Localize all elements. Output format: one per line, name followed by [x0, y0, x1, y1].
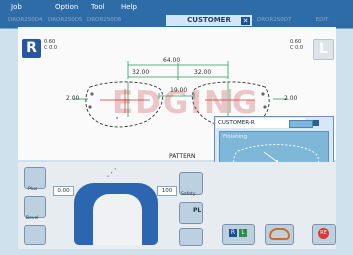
- menu-tool[interactable]: Tool: [91, 1, 105, 13]
- lens-check-button[interactable]: [179, 228, 203, 246]
- right-margin-value: 2.00: [66, 95, 80, 102]
- close-icon[interactable]: ✕: [241, 17, 250, 25]
- tab-dror2s0d7[interactable]: DROR2S0D7: [257, 15, 291, 26]
- bevel-tool-button[interactable]: [24, 196, 46, 218]
- right-half-value: 32.00: [132, 69, 150, 76]
- menu-job[interactable]: Job: [11, 1, 22, 13]
- bottom-toolbar: Plus Bevel 0.00 100 ⋰ Safety PL R L RE: [18, 162, 336, 249]
- tab-customer[interactable]: CUSTOMER: [166, 15, 252, 26]
- tab-dror2s0d6[interactable]: DROR2S0D6: [87, 15, 121, 26]
- plus-label: Plus: [28, 187, 38, 192]
- safety-label: Safety: [181, 192, 196, 197]
- pl-label: PL: [193, 207, 202, 214]
- left-readout: 0.00: [53, 186, 74, 196]
- l-badge: L: [239, 229, 247, 237]
- panel-menu-icon[interactable]: [313, 120, 319, 126]
- menu-bar: Job Option Tool Help: [0, 0, 353, 14]
- total-width-value: 64.00: [163, 57, 181, 64]
- menu-help[interactable]: Help: [121, 1, 137, 13]
- tab-dror2s0d4[interactable]: DROR2S0D4: [8, 15, 42, 26]
- left-margin-value: 2.00: [284, 95, 298, 102]
- panel-progress-icon: [289, 120, 313, 128]
- spark-icon: ⋰: [106, 166, 117, 179]
- frame-icon: [269, 228, 290, 240]
- r-badge: R: [229, 229, 237, 237]
- machine-window: [93, 194, 142, 245]
- left-half-value: 32.00: [194, 69, 212, 76]
- plus-tool-button[interactable]: [24, 167, 46, 189]
- pattern-label: PATTERN: [169, 153, 196, 160]
- bevel-label: Bevel: [26, 216, 39, 221]
- tab-edit[interactable]: EDIT: [311, 15, 333, 26]
- polish-tool-button[interactable]: [24, 225, 46, 245]
- right-readout: 100: [157, 186, 177, 196]
- start-icon: RE: [318, 228, 329, 239]
- menu-option[interactable]: Option: [55, 1, 78, 13]
- tab-dror2s0d5[interactable]: DROR2S0D5: [48, 15, 82, 26]
